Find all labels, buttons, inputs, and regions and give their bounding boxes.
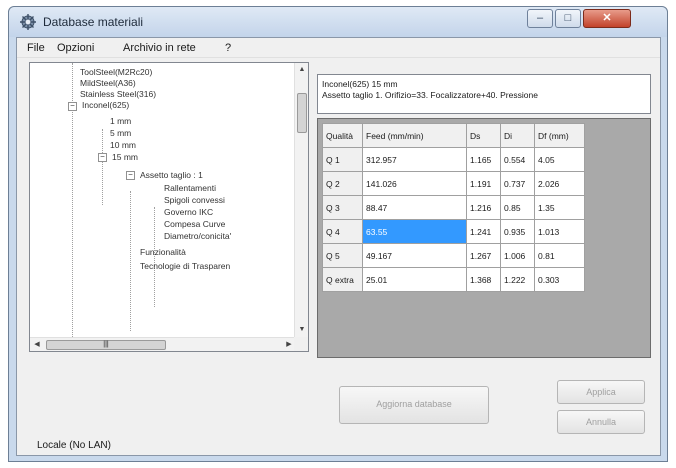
connection-status: Locale (No LAN) [37,440,111,451]
table-row: Q 5 49.167 1.267 1.006 0.81 [322,243,585,268]
minimize-button[interactable]: – [527,9,553,28]
collapse-icon[interactable]: − [126,171,135,180]
info-line-settings: Assetto taglio 1. Orifizio=33. Focalizza… [322,90,538,100]
tree-item-assetto-taglio[interactable]: Assetto taglio : 1 [140,170,203,180]
apply-label: Applica [586,387,616,397]
menu-file[interactable]: File [27,42,45,54]
column-header[interactable]: Df (mm) [534,123,585,148]
table-cell[interactable]: 1.267 [466,243,501,268]
window-title: Database materiali [43,15,144,29]
table-cell[interactable]: 0.554 [500,147,535,172]
tree-horizontal-scrollbar[interactable]: ◀ ||| ▶ [30,337,296,351]
column-header[interactable]: Feed (mm/min) [362,123,467,148]
selection-info-box: Inconel(625) 15 mm Assetto taglio 1. Ori… [317,74,651,114]
tree-item-governo-ikc[interactable]: Governo IKC [164,207,213,217]
material-tree[interactable]: ToolSteel(M2Rc20) MildSteel(A36) Stainle… [29,62,309,352]
maximize-button[interactable]: □ [555,9,581,28]
menu-help[interactable]: ? [225,42,231,54]
scroll-left-icon[interactable]: ◀ [30,338,44,352]
table-cell[interactable]: 0.935 [500,219,535,244]
tree-item-rallentamenti[interactable]: Rallentamenti [164,183,216,193]
table-cell[interactable]: 0.737 [500,171,535,196]
column-header[interactable]: Ds [466,123,501,148]
tree-item-inconel[interactable]: Inconel(625) [82,100,129,110]
tree-item-toolsteel[interactable]: ToolSteel(M2Rc20) [80,67,152,77]
table-row: Q 2 141.026 1.191 0.737 2.026 [322,171,585,196]
update-database-label: Aggiorna database [376,399,452,409]
tree-item-funzionalita[interactable]: Funzionalità [140,247,186,257]
table-cell[interactable]: 88.47 [362,195,467,220]
table-cell[interactable]: 0.81 [534,243,585,268]
info-line-material: Inconel(625) 15 mm [322,79,398,89]
apply-button[interactable]: Applica [557,380,645,404]
row-header[interactable]: Q 2 [322,171,363,196]
scroll-corner [294,337,308,351]
tree-vertical-scrollbar[interactable]: ▲ ▼ [294,63,308,337]
table-cell[interactable]: 1.241 [466,219,501,244]
table-cell[interactable]: 25.01 [362,267,467,292]
table-header-row: Qualità Feed (mm/min) Ds Di Df (mm) [322,123,585,148]
table-cell[interactable]: 1.222 [500,267,535,292]
tree-connector [154,207,155,307]
column-header[interactable]: Di [500,123,535,148]
row-header[interactable]: Q 4 [322,219,363,244]
column-header[interactable]: Qualità [322,123,363,148]
quality-grid-panel: Qualità Feed (mm/min) Ds Di Df (mm) Q 1 … [317,118,651,358]
table-cell-selected[interactable]: 63.55 [362,219,467,244]
cancel-label: Annulla [585,417,617,427]
client-area: File Opzioni Archivio in rete ? ToolStee… [16,37,661,456]
menu-archivio-in-rete[interactable]: Archivio in rete [123,42,196,54]
table-cell[interactable]: 2.026 [534,171,585,196]
tree-connector [130,191,131,331]
table-cell[interactable]: 312.957 [362,147,467,172]
table-cell[interactable]: 1.006 [500,243,535,268]
title-bar[interactable]: Database materiali – □ ✕ [9,7,667,37]
quality-table: Qualità Feed (mm/min) Ds Di Df (mm) Q 1 … [322,123,585,292]
menu-opzioni[interactable]: Opzioni [57,42,94,54]
tree-item-stainless[interactable]: Stainless Steel(316) [80,89,156,99]
menu-bar: File Opzioni Archivio in rete ? [17,38,660,58]
scroll-down-icon[interactable]: ▼ [295,323,309,337]
update-database-button[interactable]: Aggiorna database [339,386,489,424]
row-header[interactable]: Q 1 [322,147,363,172]
row-header[interactable]: Q extra [322,267,363,292]
tree-connector [102,129,103,205]
table-row: Q 3 88.47 1.216 0.85 1.35 [322,195,585,220]
cancel-button[interactable]: Annulla [557,410,645,434]
tree-item-mildsteel[interactable]: MildSteel(A36) [80,78,136,88]
table-cell[interactable]: 1.191 [466,171,501,196]
tree-item-diametro[interactable]: Diametro/conicita' [164,231,231,241]
table-row: Q extra 25.01 1.368 1.222 0.303 [322,267,585,292]
table-cell[interactable]: 1.165 [466,147,501,172]
app-window: Database materiali – □ ✕ File Opzioni Ar… [8,6,668,462]
collapse-icon[interactable]: − [98,153,107,162]
table-cell[interactable]: 1.013 [534,219,585,244]
tree-item-15mm[interactable]: 15 mm [112,152,138,162]
table-cell[interactable]: 1.368 [466,267,501,292]
scroll-thumb[interactable] [297,93,307,133]
close-button[interactable]: ✕ [583,9,631,28]
row-header[interactable]: Q 3 [322,195,363,220]
collapse-icon[interactable]: − [68,102,77,111]
app-icon [20,14,36,30]
table-cell[interactable]: 141.026 [362,171,467,196]
row-header[interactable]: Q 5 [322,243,363,268]
tree-item-1mm[interactable]: 1 mm [110,116,131,126]
table-row: Q 1 312.957 1.165 0.554 4.05 [322,147,585,172]
table-cell[interactable]: 49.167 [362,243,467,268]
table-row: Q 4 63.55 1.241 0.935 1.013 [322,219,585,244]
tree-item-tecnologie[interactable]: Tecnologie di Trasparen [140,261,230,271]
table-cell[interactable]: 0.303 [534,267,585,292]
scroll-thumb[interactable]: ||| [46,340,166,350]
table-cell[interactable]: 4.05 [534,147,585,172]
table-cell[interactable]: 1.216 [466,195,501,220]
tree-item-10mm[interactable]: 10 mm [110,140,136,150]
tree-item-compesa-curve[interactable]: Compesa Curve [164,219,225,229]
tree-item-5mm[interactable]: 5 mm [110,128,131,138]
scroll-up-icon[interactable]: ▲ [295,63,309,77]
table-cell[interactable]: 0.85 [500,195,535,220]
table-cell[interactable]: 1.35 [534,195,585,220]
tree-item-spigoli[interactable]: Spigoli convessi [164,195,225,205]
